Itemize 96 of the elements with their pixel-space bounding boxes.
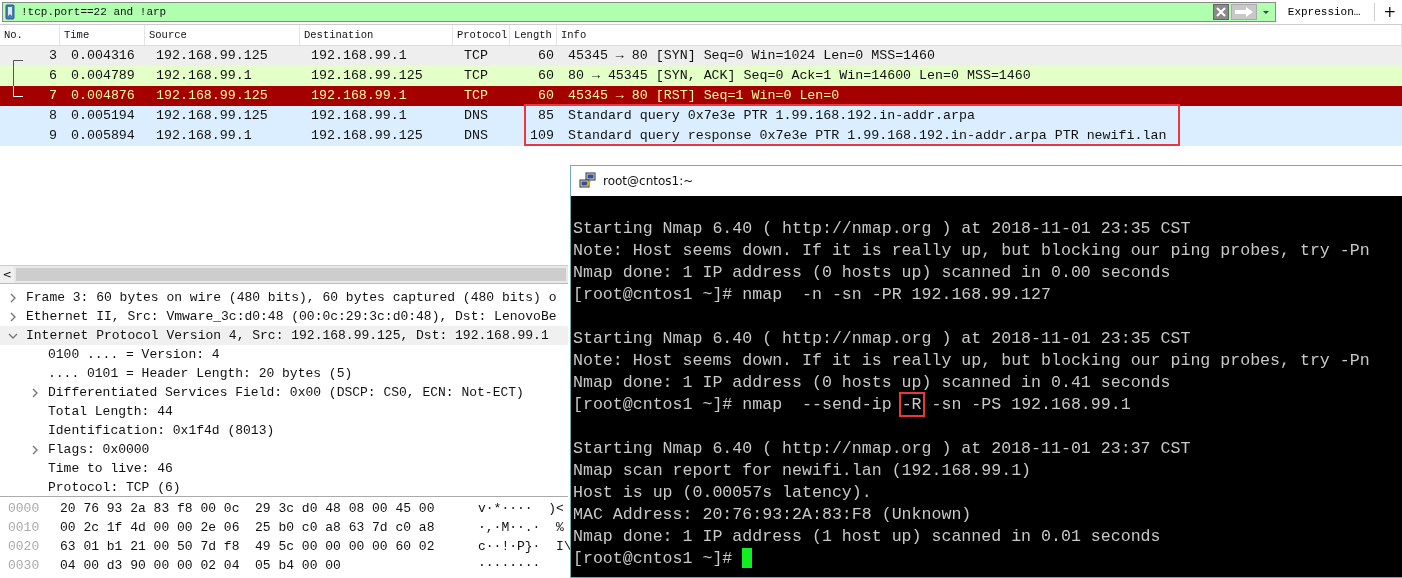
info-cell-text: 45345 → 80 [SYN] Seq=0 Win=1024 Len=0 MSS=1460: [566, 47, 937, 65]
terminal-line: Note: Host seems down. If it is really up, but blocking our ping probes, try -Pn: [573, 350, 1370, 370]
length-cell-text: 60: [537, 87, 555, 105]
hex-offset: 0010: [7, 520, 41, 535]
protocol-cell-text: TCP: [462, 67, 489, 85]
chevron-right-icon[interactable]: [8, 292, 18, 303]
chevron-right-icon[interactable]: [8, 311, 18, 322]
hex-bytes: 00 2c 1f 4d 00 00 2e 06 25 b0 c0 a8 63 7d c0 a8: [59, 520, 436, 535]
time-cell-text: 0.004316: [69, 47, 136, 65]
terminal-line: Nmap done: 1 IP address (1 host up) scanned in 0.01 seconds: [573, 526, 1161, 546]
number-cell: 3: [0, 46, 60, 66]
info-cell-text: Standard query response 0x7e3e PTR 1.99.168.192.in-addr.arpa PTR newifi.lan: [566, 127, 1168, 145]
terminal-line: Starting Nmap 6.40 ( http://nmap.org ) at 2018-11-01 23:37 CST: [573, 438, 1191, 458]
window-title: root@cntos1:~: [603, 174, 694, 188]
destination-cell-text: 192.168.99.125: [309, 67, 424, 85]
detail-text[interactable]: .... 0101 = Header Length: 20 bytes (5): [48, 366, 353, 381]
number-cell-text: 8: [48, 107, 58, 125]
terminal-line: Nmap done: 1 IP address (0 hosts up) scanned in 0.41 seconds: [573, 372, 1171, 392]
terminal-line: Note: Host seems down. If it is really up, but blocking our ping probes, try -Pn: [573, 240, 1370, 260]
destination-cell-text: 192.168.99.125: [309, 127, 424, 145]
length-cell-text: 109: [529, 127, 555, 145]
source-cell-text: 192.168.99.125: [154, 87, 269, 105]
terminal-line: Nmap scan report for newifi.lan (192.168.99.1): [573, 460, 1032, 480]
time-cell-text: 0.005894: [69, 127, 136, 145]
packet-row[interactable]: 8 0.005194 192.168.99.125 192.168.99.1 DNS 85 Standard query 0x7e3e PTR 1.99.168.192.in-addr.arpa: [0, 106, 1402, 126]
hex-offset: 0030: [7, 558, 41, 573]
protocol-cell-text: TCP: [462, 87, 489, 105]
chevron-right-icon[interactable]: [30, 387, 40, 398]
number-cell: 7: [0, 86, 60, 106]
source-cell-text: 192.168.99.1: [154, 67, 253, 85]
protocol-cell-text: DNS: [462, 107, 489, 125]
detail-text[interactable]: Protocol: TCP (6): [48, 480, 181, 495]
chevron-right-icon[interactable]: [30, 444, 40, 455]
terminal-line: Host is up (0.00057s latency).: [573, 482, 872, 502]
hex-offset: 0020: [7, 539, 41, 554]
protocol-cell-text: DNS: [462, 127, 489, 145]
time-cell-text: 0.004876: [69, 87, 136, 105]
hex-bytes: 63 01 b1 21 00 50 7d f8 49 5c 00 00 00 00 60 02: [59, 539, 436, 554]
column-header[interactable]: No.: [0, 25, 60, 45]
column-header[interactable]: Protocol: [453, 25, 510, 45]
length-cell-text: 60: [537, 47, 555, 65]
bookmark-icon[interactable]: [5, 4, 15, 20]
column-header[interactable]: Info: [557, 25, 1402, 45]
hex-ascii: c··!·P}· I\: [478, 539, 572, 554]
destination-cell-text: 192.168.99.1: [309, 47, 408, 65]
hex-offset: 0000: [7, 501, 41, 516]
time-cell-text: 0.004789: [69, 67, 136, 85]
hex-bytes: 20 76 93 2a 83 f8 00 0c 29 3c d0 48 08 00 45 00: [59, 501, 436, 516]
time-cell-text: 0.005194: [69, 107, 136, 125]
detail-text[interactable]: Total Length: 44: [48, 404, 173, 419]
info-cell-text: Standard query 0x7e3e PTR 1.99.168.192.in-addr.arpa: [566, 107, 976, 125]
source-cell-text: 192.168.99.125: [154, 47, 269, 65]
hex-ascii: ·,·M··.· %: [478, 520, 564, 535]
column-header[interactable]: Length: [510, 25, 557, 45]
hex-ascii: v·*···· )<: [478, 501, 564, 516]
terminal-line: Starting Nmap 6.40 ( http://nmap.org ) at 2018-11-01 23:35 CST: [573, 328, 1191, 348]
packet-row[interactable]: 9 0.005894 192.168.99.1 192.168.99.125 DNS 109 Standard query response 0x7e3e PTR 1.99.168.192.in-addr.arpa PTR newifi.lan: [0, 126, 1402, 146]
clear-icon[interactable]: [1212, 4, 1229, 20]
scrollbar-thumb[interactable]: [16, 268, 566, 281]
computers-icon: [579, 172, 597, 190]
scroll-left-button[interactable]: <: [0, 266, 14, 283]
hex-bytes: 04 00 d3 90 00 00 02 04 05 b4 00 00: [59, 558, 342, 573]
terminal-line: [root@cntos1 ~]# nmap -n -sn -PR 192.168.99.127: [573, 284, 1051, 304]
column-header[interactable]: Destination: [300, 25, 453, 45]
detail-text[interactable]: Frame 3: 60 bytes on wire (480 bits), 60 bytes captured (480 bits) o: [26, 290, 557, 305]
length-cell-text: 60: [537, 67, 555, 85]
detail-text[interactable]: Identification: 0x1f4d (8013): [48, 423, 275, 438]
info-cell-text: 45345 → 80 [RST] Seq=1 Win=0 Len=0: [566, 87, 841, 105]
number-cell-text: 9: [48, 127, 58, 145]
packet-row[interactable]: 3 0.004316 192.168.99.125 192.168.99.1 TCP 60 45345 → 80 [SYN] Seq=0 Win=1024 Len=0 MSS=1460: [0, 46, 1402, 66]
length-cell-text: 85: [537, 107, 555, 125]
destination-cell-text: 192.168.99.1: [309, 107, 408, 125]
column-header[interactable]: Time: [60, 25, 145, 45]
detail-text[interactable]: Flags: 0x0000: [48, 442, 150, 457]
detail-text[interactable]: 0100 .... = Version: 4: [48, 347, 220, 362]
expression-button[interactable]: Expression…: [1279, 3, 1376, 21]
packet-row[interactable]: 6 0.004789 192.168.99.1 192.168.99.125 TCP 60 80 → 45345 [SYN, ACK] Seq=0 Ack=1 Win=14600 Len=0 MSS=1460: [0, 66, 1402, 86]
destination-cell-text: 192.168.99.1: [309, 87, 408, 105]
detail-text[interactable]: Time to live: 46: [48, 461, 173, 476]
terminal-line: [root@cntos1 ~]#: [573, 548, 734, 568]
info-cell-text: 80 → 45345 [SYN, ACK] Seq=0 Ack=1 Win=14600 Len=0 MSS=1460: [566, 67, 1032, 85]
source-cell-text: 192.168.99.125: [154, 107, 269, 125]
source-cell-text: 192.168.99.1: [154, 127, 253, 145]
protocol-cell-text: TCP: [462, 47, 489, 65]
display-filter-field[interactable]: !tcp.port==22 and !arp: [2, 2, 1276, 22]
column-header[interactable]: Source: [145, 25, 300, 45]
hex-ascii: ········: [478, 558, 541, 573]
terminal-line: [root@cntos1 ~]# nmap --send-ip -R -sn -PS 192.168.99.1: [573, 394, 1131, 414]
number-cell: 6: [0, 66, 60, 86]
terminal-line: MAC Address: 20:76:93:2A:83:F8 (Unknown): [573, 504, 972, 524]
detail-text[interactable]: Differentiated Services Field: 0x00 (DSCP: CS0, ECN: Not-ECT): [48, 385, 524, 400]
detail-text[interactable]: Ethernet II, Src: Vmware_3c:d0:48 (00:0c:29:3c:d0:48), Dst: LenovoBe: [26, 309, 557, 324]
packet-row[interactable]: 7 0.004876 192.168.99.125 192.168.99.1 TCP 60 45345 → 80 [RST] Seq=1 Win=0 Len=0: [0, 86, 1402, 106]
terminal-line: Nmap done: 1 IP address (0 hosts up) scanned in 0.00 seconds: [573, 262, 1171, 282]
terminal-line: Starting Nmap 6.40 ( http://nmap.org ) at 2018-11-01 23:35 CST: [573, 218, 1191, 238]
add-filter-button[interactable]: +: [1379, 3, 1400, 21]
